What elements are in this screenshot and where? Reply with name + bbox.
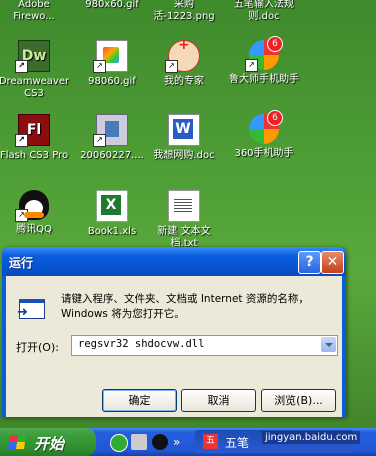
taskbar-item-label: 五笔 — [225, 436, 250, 450]
desktop-icon-label: 360手机助手 — [234, 148, 294, 159]
expert-icon: ↗ — [165, 39, 200, 73]
ie-icon[interactable] — [110, 434, 128, 452]
dialog-title: 运行 — [9, 256, 34, 270]
desktop-icon-setup[interactable]: ↗ 20060227.... — [74, 114, 150, 162]
text-file-icon — [168, 190, 200, 222]
dreamweaver-icon: Dw ↗ — [15, 40, 50, 73]
360-icon — [249, 110, 283, 144]
desktop-icon-label[interactable]: 980x60.gif — [74, 0, 150, 11]
setup-icon: ↗ — [93, 114, 128, 147]
wubi-icon: 五 — [203, 434, 218, 449]
open-combobox[interactable]: regsvr32 shdocvw.dll — [71, 335, 338, 356]
quicklaunch-icon[interactable] — [131, 434, 147, 450]
desktop-icon-dreamweaver[interactable]: Dw ↗ Dreamweaver CS3 — [0, 40, 72, 100]
desktop-icon-label: 我的专家 — [164, 76, 204, 87]
desktop-icon-label[interactable]: Adobe Firewo... — [0, 0, 72, 23]
desktop-icon-label: 新建 文本文档.txt — [157, 226, 211, 249]
desktop-icon-label: 腾讯QQ — [16, 224, 52, 235]
desktop-icon-label: Book1.xls — [87, 226, 137, 237]
desktop-icon-label: 我想网购.doc — [153, 150, 215, 161]
ludashi-icon: ↗ — [245, 36, 283, 72]
browse-button[interactable]: 浏览(B)... — [261, 389, 336, 412]
dialog-titlebar[interactable]: 运行 ? ✕ — [2, 247, 346, 276]
start-label: 开始 — [34, 435, 65, 453]
open-label: 打开(O): — [16, 341, 59, 354]
desktop-icon-label: Flash CS3 Pro — [0, 150, 69, 161]
desktop-icon-flash[interactable]: Fl ↗ Flash CS3 Pro — [0, 114, 72, 162]
open-input-value[interactable]: regsvr32 shdocvw.dll — [78, 338, 204, 350]
expand-chevron-icon[interactable]: » — [173, 434, 189, 450]
desktop-icon-qq[interactable]: ↗ 腾讯QQ — [0, 190, 72, 236]
desktop-icon-360[interactable]: 360手机助手 — [226, 110, 302, 160]
desktop-icon-text[interactable]: 新建 文本文档.txt — [146, 190, 222, 250]
ok-button[interactable]: 确定 — [102, 389, 177, 412]
desktop-icon-98060[interactable]: ↗ 98060.gif — [74, 40, 150, 88]
image-file-icon: ↗ — [93, 40, 128, 73]
close-button[interactable]: ✕ — [321, 251, 344, 274]
desktop-icon-excel[interactable]: Book1.xls — [74, 190, 150, 238]
qq-quicklaunch-icon[interactable] — [152, 434, 168, 450]
dialog-body: ➜ 请键入程序、文件夹、文档或 Internet 资源的名称，Windows 将… — [6, 276, 342, 417]
desktop-icon-label[interactable]: 五笔输入法规则.doc — [226, 0, 302, 23]
word-doc-icon — [168, 114, 200, 146]
desktop-icon-label: 鲁大师手机助手 — [229, 74, 299, 85]
excel-icon — [96, 190, 128, 222]
flash-icon: Fl ↗ — [15, 114, 50, 147]
run-dialog: 运行 ? ✕ ➜ 请键入程序、文件夹、文档或 Internet 资源的名称，Wi… — [2, 247, 346, 417]
desktop-icon-label: Dreamweaver CS3 — [0, 76, 70, 99]
desktop-icon-label[interactable]: 采购活-1223.png — [146, 0, 222, 23]
cancel-button[interactable]: 取消 — [181, 389, 256, 412]
start-button[interactable]: 开始 — [0, 428, 96, 456]
desktop-icon-label: 20060227.... — [80, 150, 144, 161]
chevron-down-icon[interactable] — [321, 337, 336, 352]
help-button[interactable]: ? — [298, 251, 321, 274]
dialog-description: 请键入程序、文件夹、文档或 Internet 资源的名称，Windows 将为您… — [61, 293, 309, 320]
watermark: jingyan.baidu.com — [262, 431, 361, 444]
windows-logo-icon — [8, 435, 26, 449]
desktop-icon-label: 98060.gif — [88, 76, 136, 87]
run-icon: ➜ — [17, 297, 45, 319]
desktop-icon-word-doc[interactable]: 我想网购.doc — [146, 114, 222, 162]
desktop-icon-ludashi[interactable]: ↗ 鲁大师手机助手 — [226, 36, 302, 86]
desktop-icon-expert[interactable]: ↗ 我的专家 — [146, 39, 222, 88]
qq-icon: ↗ — [15, 190, 49, 222]
